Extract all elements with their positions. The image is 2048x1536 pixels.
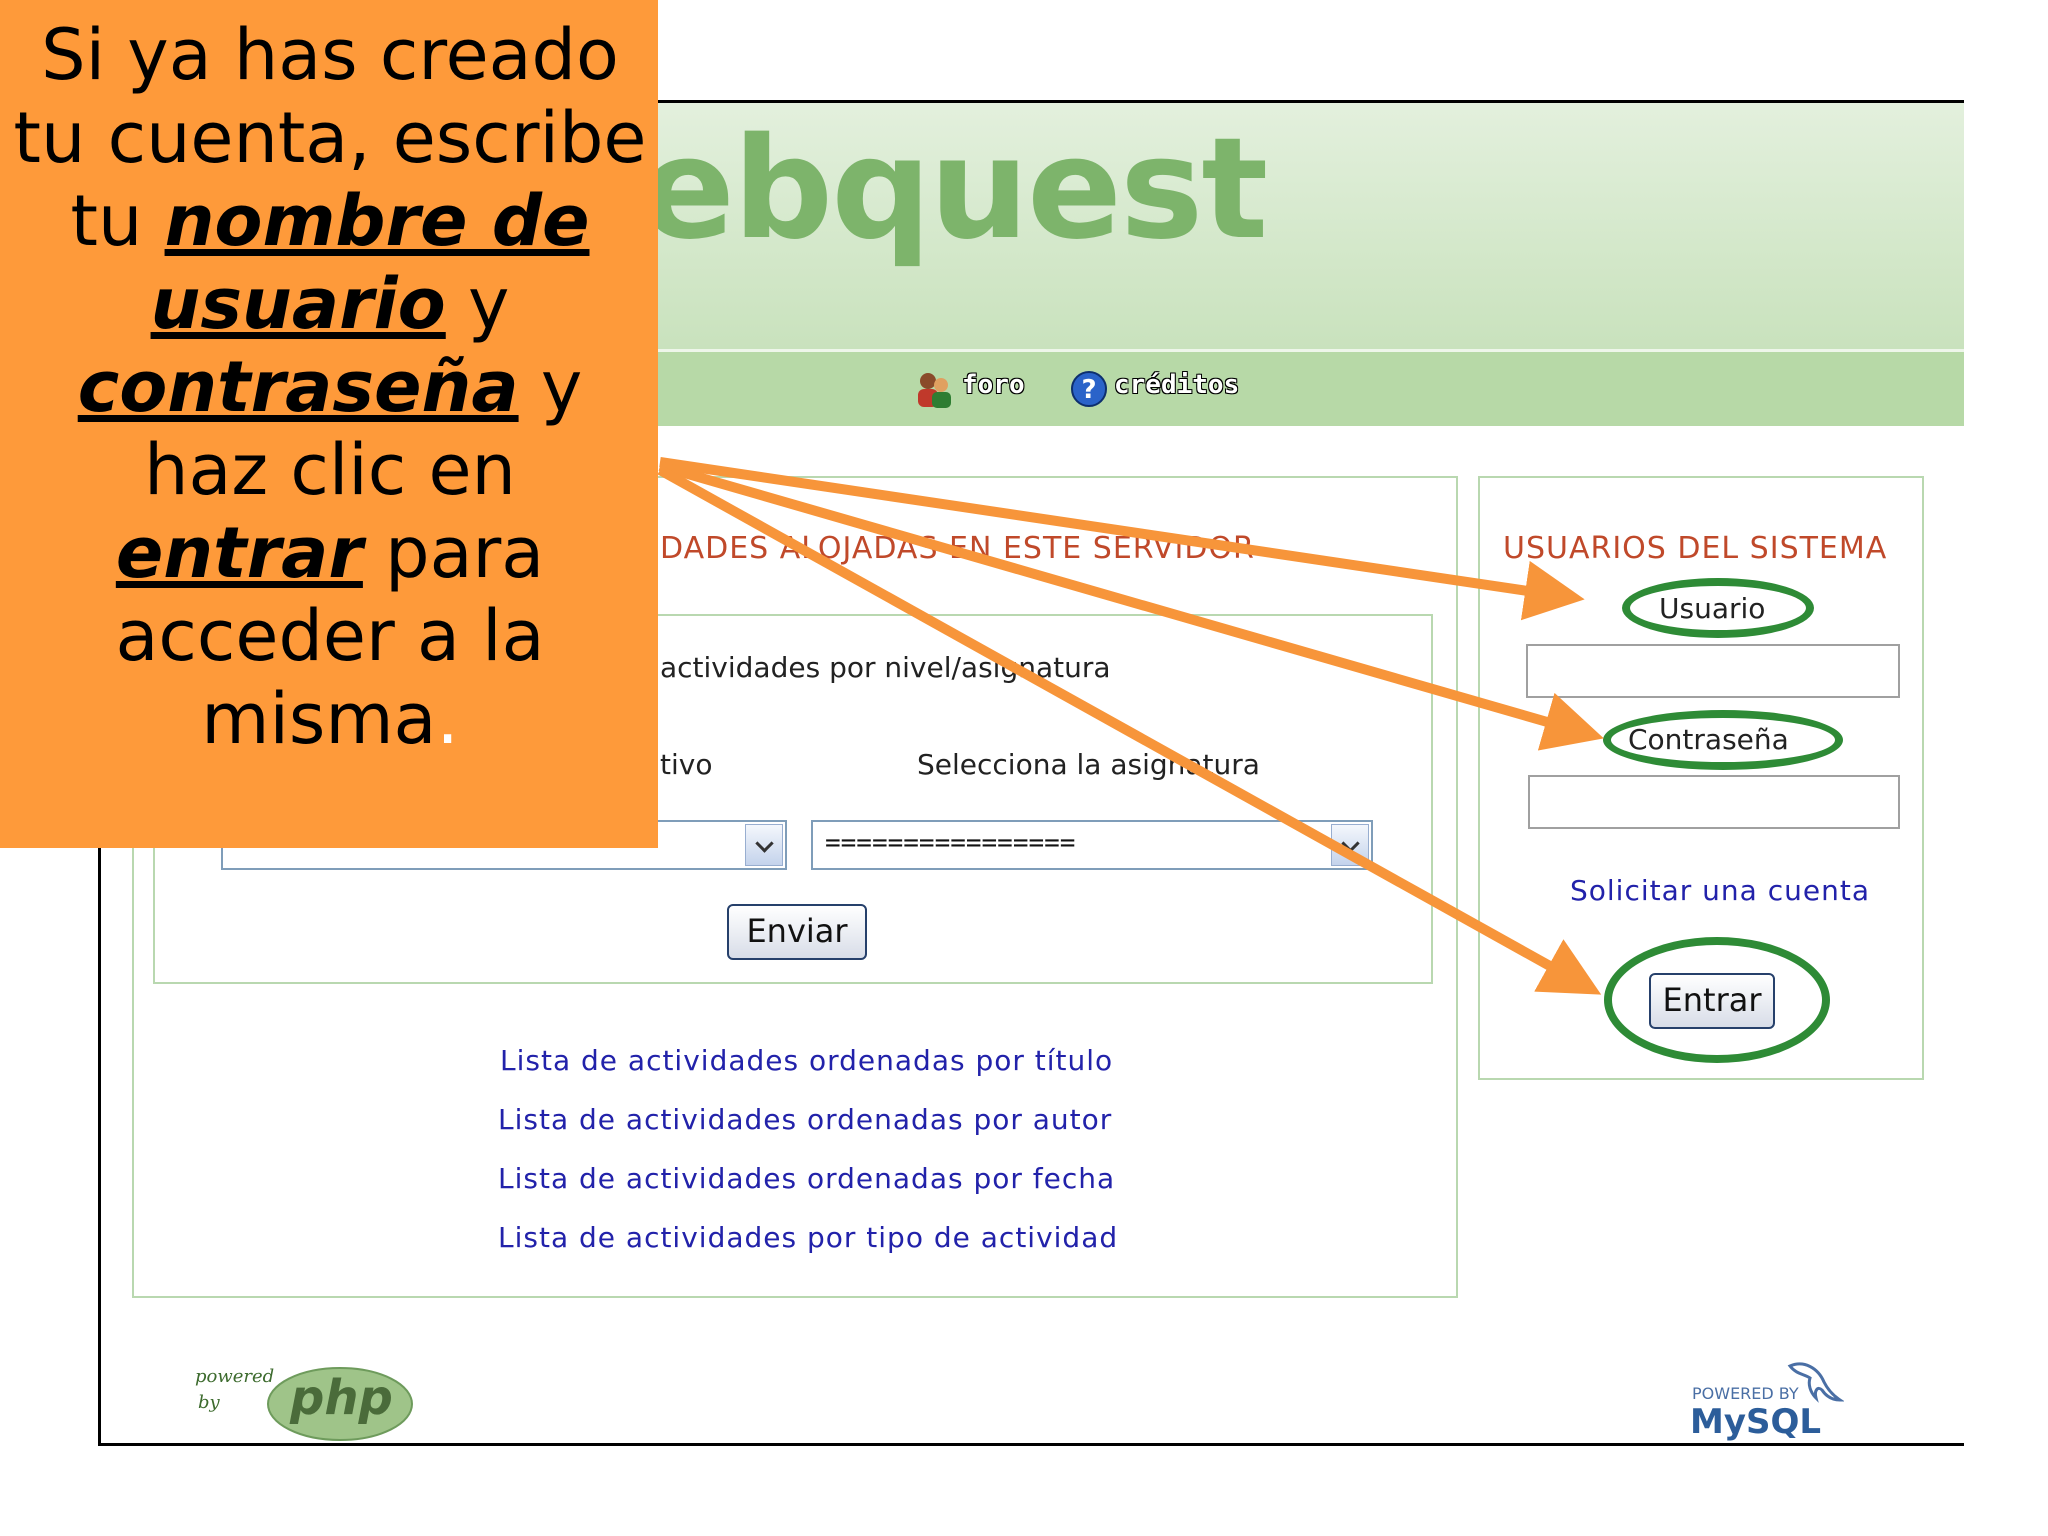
site-logo: ebquest <box>640 108 1268 271</box>
callout-emphasis-password: contraseña <box>77 346 519 428</box>
subject-label: Selecciona la asignatura <box>917 748 1260 781</box>
request-account-link[interactable]: Solicitar una cuenta <box>1570 874 1870 907</box>
level-label: tivo <box>660 748 713 781</box>
subject-select[interactable]: ================ <box>811 820 1373 870</box>
filter-heading: actividades por nivel/asignatura <box>660 651 1111 684</box>
php-powered-text: powered <box>195 1366 275 1387</box>
password-input[interactable] <box>1528 775 1900 829</box>
login-highlight-oval <box>1604 937 1830 1063</box>
link-activities-by-title[interactable]: Lista de actividades ordenadas por títul… <box>500 1044 1113 1077</box>
users-section-title: USUARIOS DEL SISTEMA <box>1503 531 1888 566</box>
submit-button[interactable]: Enviar <box>727 904 867 960</box>
frame-bottom-border <box>98 1443 1964 1446</box>
nav-link-foro[interactable]: foro <box>962 370 1025 400</box>
mysql-powered-text: POWERED BY <box>1692 1384 1799 1403</box>
level-select-chevron-down-icon[interactable] <box>745 824 783 866</box>
mysql-dolphin-icon <box>1784 1356 1845 1416</box>
subject-select-value: ================ <box>825 828 1076 858</box>
password-highlight-oval <box>1603 710 1843 770</box>
username-highlight-oval <box>1622 578 1814 638</box>
activities-section-title: DADES ALOJADAS EN ESTE SERVIDOR <box>660 531 1255 566</box>
forum-icon[interactable] <box>915 370 953 410</box>
svg-text:?: ? <box>1081 375 1096 405</box>
callout-emphasis-enter: entrar <box>115 512 363 594</box>
subject-select-chevron-down-icon[interactable] <box>1331 824 1369 866</box>
callout-emphasis-username: nombre de usuario <box>150 180 590 345</box>
instruction-callout-text: Si ya has creado tu cuenta, escribe tu n… <box>10 14 650 761</box>
callout-text-2: y <box>445 263 510 345</box>
username-input[interactable] <box>1526 644 1900 698</box>
nav-link-creditos[interactable]: créditos <box>1114 370 1239 400</box>
help-icon[interactable]: ? <box>1070 370 1108 408</box>
php-by-text: by <box>198 1392 220 1413</box>
callout-dot: . <box>436 678 459 760</box>
link-activities-by-type[interactable]: Lista de actividades por tipo de activid… <box>498 1221 1118 1254</box>
link-activities-by-author[interactable]: Lista de actividades ordenadas por autor <box>498 1103 1112 1136</box>
link-activities-by-date[interactable]: Lista de actividades ordenadas por fecha <box>498 1162 1115 1195</box>
php-logo-text: php <box>290 1370 393 1426</box>
